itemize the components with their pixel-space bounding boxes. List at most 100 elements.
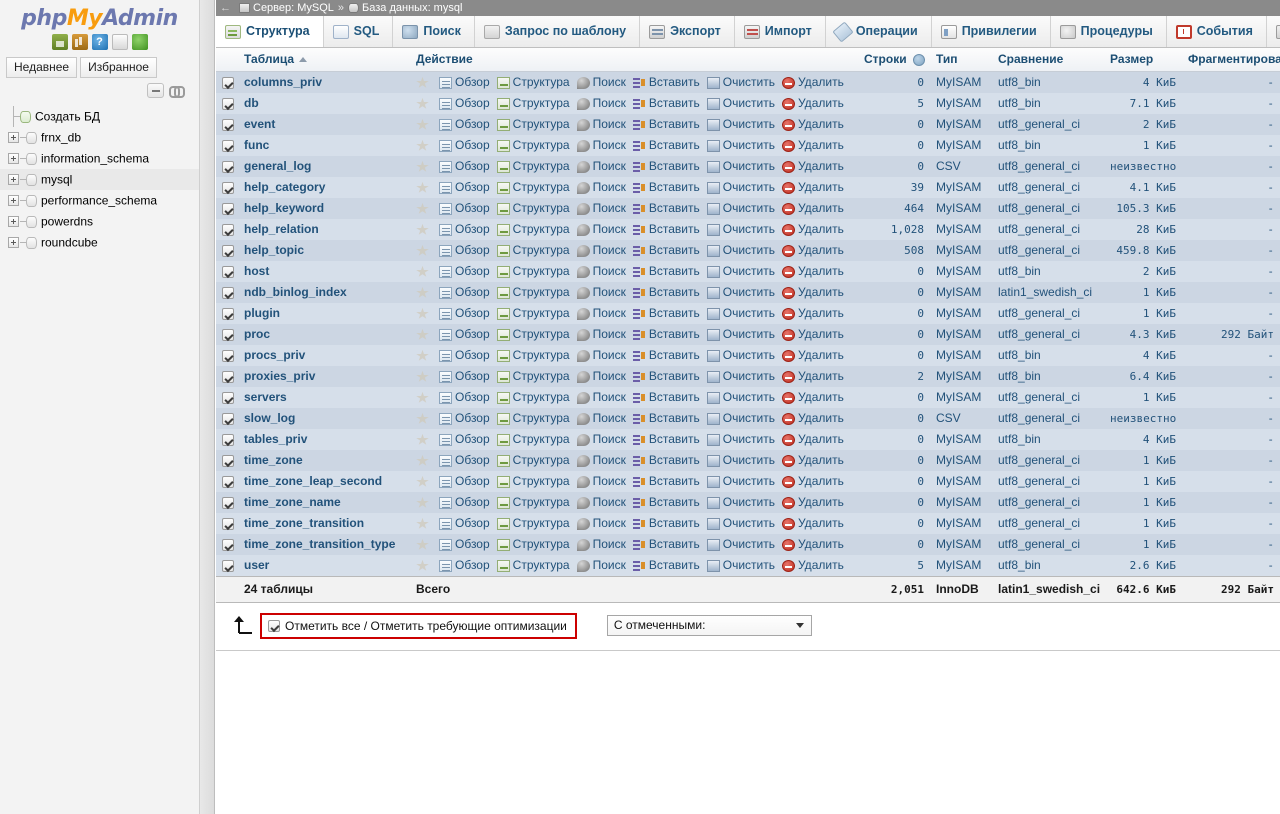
- action-label[interactable]: Удалить: [798, 96, 844, 110]
- action-browse[interactable]: Обзор: [439, 201, 490, 215]
- action-empty[interactable]: Очистить: [706, 159, 775, 173]
- action-browse[interactable]: Обзор: [439, 474, 490, 488]
- tree-item-information_schema[interactable]: information_schema: [0, 148, 199, 169]
- action-browse[interactable]: Обзор: [439, 411, 490, 425]
- action-drop[interactable]: Удалить: [782, 264, 844, 278]
- action-insert[interactable]: Вставить: [632, 453, 700, 467]
- action-browse[interactable]: Обзор: [439, 390, 490, 404]
- row-checkbox[interactable]: [222, 118, 234, 131]
- action-label[interactable]: Вставить: [649, 369, 700, 383]
- action-label[interactable]: Обзор: [455, 117, 490, 131]
- table-name-cell[interactable]: ndb_binlog_index: [238, 282, 410, 303]
- action-browse[interactable]: Обзор: [439, 180, 490, 194]
- favorite-star-icon[interactable]: [416, 223, 429, 235]
- action-label[interactable]: Очистить: [723, 159, 775, 173]
- tree-item-powerdns[interactable]: powerdns: [0, 211, 199, 232]
- action-insert[interactable]: Вставить: [632, 558, 700, 572]
- action-label[interactable]: Структура: [513, 201, 570, 215]
- action-insert[interactable]: Вставить: [632, 537, 700, 551]
- favorite-star-icon[interactable]: [416, 370, 429, 382]
- action-label[interactable]: Очистить: [723, 453, 775, 467]
- row-checkbox[interactable]: [222, 223, 234, 236]
- action-empty[interactable]: Очистить: [706, 75, 775, 89]
- action-label[interactable]: Удалить: [798, 117, 844, 131]
- row-checkbox[interactable]: [222, 559, 234, 572]
- favorite-star-icon[interactable]: [416, 475, 429, 487]
- action-label[interactable]: Обзор: [455, 180, 490, 194]
- action-label[interactable]: Обзор: [455, 558, 490, 572]
- action-browse[interactable]: Обзор: [439, 96, 490, 110]
- action-label[interactable]: Удалить: [798, 264, 844, 278]
- action-label[interactable]: Очистить: [723, 432, 775, 446]
- action-browse[interactable]: Обзор: [439, 306, 490, 320]
- action-structure[interactable]: Структура: [496, 411, 570, 425]
- action-structure[interactable]: Структура: [496, 390, 570, 404]
- action-label[interactable]: Поиск: [593, 453, 626, 467]
- table-name-cell[interactable]: event: [238, 114, 410, 135]
- action-label[interactable]: Очистить: [723, 201, 775, 215]
- header-size[interactable]: Размер: [1104, 48, 1182, 72]
- action-browse[interactable]: Обзор: [439, 285, 490, 299]
- favorite-star-icon[interactable]: [416, 202, 429, 214]
- action-search[interactable]: Поиск: [576, 327, 626, 341]
- action-browse[interactable]: Обзор: [439, 264, 490, 278]
- action-label[interactable]: Вставить: [649, 75, 700, 89]
- action-drop[interactable]: Удалить: [782, 369, 844, 383]
- tab-search[interactable]: Поиск: [393, 16, 475, 47]
- action-drop[interactable]: Удалить: [782, 285, 844, 299]
- action-label[interactable]: Обзор: [455, 306, 490, 320]
- action-browse[interactable]: Обзор: [439, 432, 490, 446]
- action-label[interactable]: Очистить: [723, 474, 775, 488]
- back-arrow-icon[interactable]: ←: [220, 2, 231, 14]
- favorite-star-icon[interactable]: [416, 433, 429, 445]
- table-name-cell[interactable]: help_topic: [238, 240, 410, 261]
- favorite-star-icon[interactable]: [416, 391, 429, 403]
- header-collation[interactable]: Сравнение: [992, 48, 1104, 72]
- table-name-cell[interactable]: time_zone_transition: [238, 513, 410, 534]
- action-label[interactable]: Обзор: [455, 390, 490, 404]
- action-browse[interactable]: Обзор: [439, 117, 490, 131]
- action-label[interactable]: Поиск: [593, 138, 626, 152]
- action-label[interactable]: Структура: [513, 180, 570, 194]
- action-label[interactable]: Вставить: [649, 558, 700, 572]
- action-browse[interactable]: Обзор: [439, 159, 490, 173]
- action-drop[interactable]: Удалить: [782, 117, 844, 131]
- action-empty[interactable]: Очистить: [706, 348, 775, 362]
- action-label[interactable]: Вставить: [649, 432, 700, 446]
- action-structure[interactable]: Структура: [496, 348, 570, 362]
- action-label[interactable]: Очистить: [723, 243, 775, 257]
- action-label[interactable]: Обзор: [455, 201, 490, 215]
- favorite-star-icon[interactable]: [416, 97, 429, 109]
- action-structure[interactable]: Структура: [496, 327, 570, 341]
- table-name-cell[interactable]: time_zone_leap_second: [238, 471, 410, 492]
- action-label[interactable]: Вставить: [649, 285, 700, 299]
- action-label[interactable]: Поиск: [593, 390, 626, 404]
- action-empty[interactable]: Очистить: [706, 264, 775, 278]
- action-drop[interactable]: Удалить: [782, 537, 844, 551]
- action-browse[interactable]: Обзор: [439, 348, 490, 362]
- action-label[interactable]: Очистить: [723, 390, 775, 404]
- action-insert[interactable]: Вставить: [632, 390, 700, 404]
- action-empty[interactable]: Очистить: [706, 537, 775, 551]
- action-structure[interactable]: Структура: [496, 537, 570, 551]
- action-label[interactable]: Структура: [513, 369, 570, 383]
- action-insert[interactable]: Вставить: [632, 159, 700, 173]
- action-label[interactable]: Очистить: [723, 96, 775, 110]
- row-checkbox[interactable]: [222, 328, 234, 341]
- row-checkbox[interactable]: [222, 454, 234, 467]
- action-empty[interactable]: Очистить: [706, 138, 775, 152]
- action-label[interactable]: Вставить: [649, 327, 700, 341]
- action-label[interactable]: Очистить: [723, 369, 775, 383]
- action-search[interactable]: Поиск: [576, 390, 626, 404]
- action-label[interactable]: Структура: [513, 348, 570, 362]
- row-checkbox[interactable]: [222, 160, 234, 173]
- action-label[interactable]: Удалить: [798, 537, 844, 551]
- action-drop[interactable]: Удалить: [782, 432, 844, 446]
- action-label[interactable]: Очистить: [723, 495, 775, 509]
- action-insert[interactable]: Вставить: [632, 117, 700, 131]
- sidebar-resize-handle[interactable]: [200, 0, 215, 814]
- action-drop[interactable]: Удалить: [782, 75, 844, 89]
- refresh-icon[interactable]: [131, 34, 148, 50]
- action-insert[interactable]: Вставить: [632, 495, 700, 509]
- action-browse[interactable]: Обзор: [439, 558, 490, 572]
